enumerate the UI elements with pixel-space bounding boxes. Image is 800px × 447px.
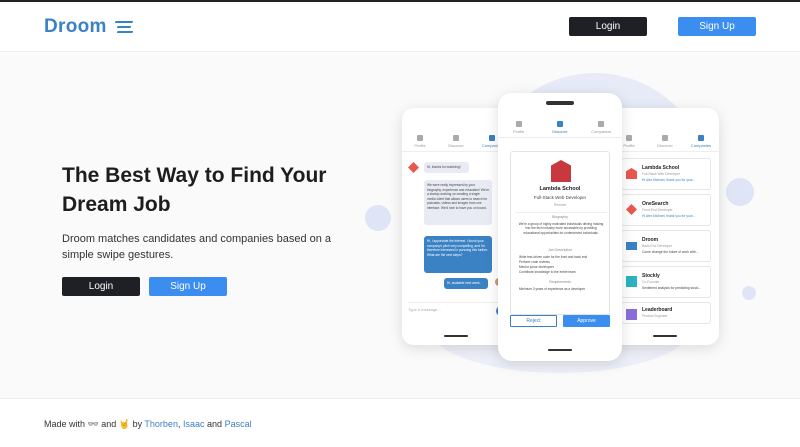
tab-discover[interactable]: Discover — [647, 135, 683, 148]
chat-message: Hi, thanks for matching! — [424, 162, 469, 173]
job-card[interactable]: Lambda School Full-Stack Web Developer R… — [510, 151, 610, 315]
leaderboard-logo — [626, 309, 637, 320]
header-signup-button[interactable]: Sign Up — [678, 17, 756, 36]
tab-companies[interactable]: Companies — [683, 135, 719, 148]
gear-icon — [626, 135, 632, 141]
chat-message: Hi, available next week. — [444, 278, 488, 289]
home-indicator — [653, 335, 677, 337]
gear-icon — [417, 135, 423, 141]
list-item: Minimum 3 years of experience as a devel… — [519, 287, 586, 291]
discover-phone-tabs: Profile Discover Companies — [498, 121, 622, 138]
site-footer: Made with 👓 and 🤘 by Thorben, Isaac and … — [0, 398, 800, 447]
company-card[interactable]: Lambda School Full-Stack Web Developer H… — [621, 158, 711, 190]
header-login-button[interactable]: Login — [569, 17, 647, 36]
hero-title: The Best Way to Find Your Dream Job — [62, 164, 327, 216]
company-card[interactable]: Leaderboard Product Engineer — [621, 302, 711, 324]
company-card[interactable]: Droom Back-End Developer Come change the… — [621, 230, 711, 262]
chat-phone-tabs: Profile Discover Companies — [402, 135, 510, 152]
chat-message: We were really impressed by your biograp… — [424, 180, 492, 225]
stockly-logo — [626, 276, 637, 287]
droom-logo — [626, 242, 637, 250]
chat-message: Hi, I appreciate the interest. I found y… — [424, 236, 492, 273]
discover-phone: Profile Discover Companies Lambda School… — [498, 93, 622, 361]
tab-profile[interactable]: Profile — [402, 135, 438, 148]
home-indicator — [548, 349, 572, 351]
author-link-thorben[interactable]: Thorben — [144, 419, 178, 429]
building-icon — [698, 135, 704, 141]
onesearch-logo — [626, 204, 637, 215]
tab-profile[interactable]: Profile — [498, 121, 539, 134]
lambda-logo — [551, 160, 571, 182]
author-link-pascal[interactable]: Pascal — [225, 419, 252, 429]
company-card[interactable]: OneSearch Front-End Developer Hi Alex Mi… — [621, 194, 711, 226]
company-avatar-icon — [408, 162, 419, 173]
search-icon — [453, 135, 459, 141]
tab-companies[interactable]: Companies — [581, 121, 622, 134]
rock-hand-icon: 🤘 — [118, 419, 131, 429]
building-icon — [489, 135, 495, 141]
companies-phone: Profile Discover Companies Lambda School… — [611, 108, 719, 345]
hero-subtitle: Droom matches candidates and companies b… — [62, 233, 332, 261]
phone-notch — [546, 101, 574, 105]
footer-credits: Made with 👓 and 🤘 by Thorben, Isaac and … — [44, 419, 252, 429]
search-icon — [556, 121, 563, 127]
companies-phone-tabs: Profile Discover Companies — [611, 135, 719, 152]
decor-circle — [742, 286, 756, 300]
tab-discover[interactable]: Discover — [438, 135, 474, 148]
decor-circle — [726, 178, 754, 206]
hero-signup-button[interactable]: Sign Up — [149, 277, 227, 296]
brand-logo[interactable]: Droom — [44, 16, 134, 38]
hero-login-button[interactable]: Login — [62, 277, 140, 296]
home-indicator — [444, 335, 468, 337]
decor-circle — [365, 205, 391, 231]
hero-section: The Best Way to Find Your Dream Job Droo… — [0, 53, 800, 398]
building-icon — [598, 121, 605, 127]
lambda-logo — [626, 168, 637, 179]
list-item: Contribute knowledge to the entire team — [519, 270, 576, 274]
glasses-icon: 👓 — [87, 419, 99, 429]
reject-button[interactable]: Reject — [510, 315, 557, 327]
gear-icon — [515, 121, 522, 127]
site-header: Droom Login Sign Up — [0, 2, 800, 52]
author-link-isaac[interactable]: Isaac — [183, 419, 205, 429]
chat-input[interactable]: Type a message... — [408, 302, 504, 314]
tab-discover[interactable]: Discover — [540, 121, 581, 134]
approve-button[interactable]: Approve — [563, 315, 610, 327]
chat-phone: Profile Discover Companies Hi, thanks fo… — [402, 108, 510, 345]
speed-lines-icon — [113, 20, 134, 34]
brand-name: Droom — [44, 16, 107, 37]
search-icon — [662, 135, 668, 141]
company-card[interactable]: Stockly Co-Founder Sentiment analysis fo… — [621, 266, 711, 298]
